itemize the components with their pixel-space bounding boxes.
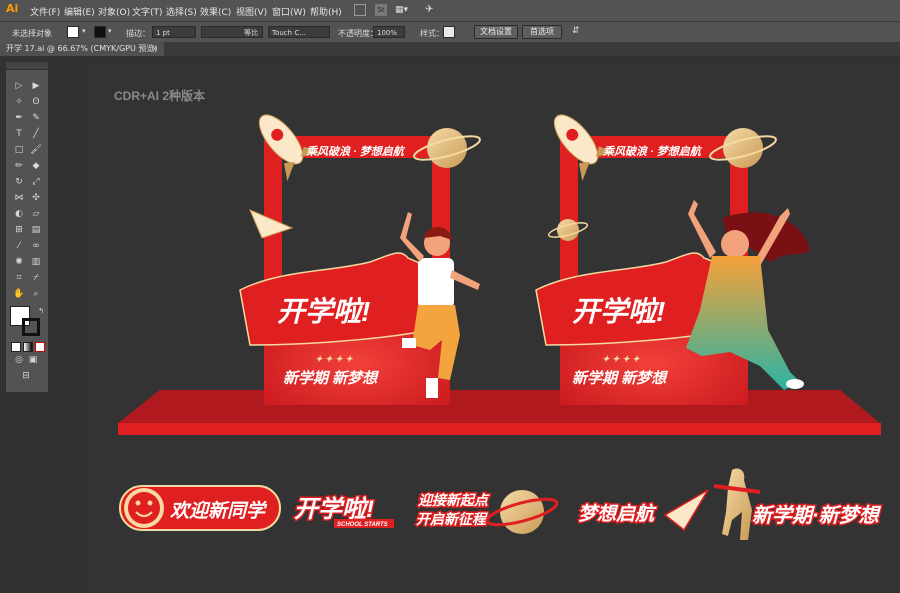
runner-figure (722, 468, 752, 540)
element-school-starts: 开学啦! SCHOOL STARTS (293, 495, 394, 528)
subline-left: 新学期 新梦想 (283, 369, 379, 387)
new-semester-text: 新学期·新梦想 (752, 504, 882, 527)
new-start-line2: 开启新征程 (416, 511, 488, 527)
paper-plane-bottom (663, 489, 709, 532)
school-starts-sub: SCHOOL STARTS (337, 522, 388, 528)
element-new-start: 迎接新起点 开启新征程 (415, 490, 559, 534)
slogan-right: 乘风破浪 · 梦想启航 (603, 145, 703, 158)
planet-bottom (500, 490, 544, 534)
element-dream-sail: 梦想启航 (577, 489, 709, 532)
planet-left (427, 128, 467, 168)
headline-right: 开学啦! (572, 296, 665, 327)
new-start-line1: 迎接新起点 (418, 492, 490, 508)
photo-frame-right: 开学啦! ✦ ✦ ✦ ✦ 新学期 新梦想 乘风破浪 · 梦想启航 (535, 114, 810, 405)
small-planet-right (557, 219, 579, 241)
welcome-text: 欢迎新同学 (170, 500, 268, 522)
headline-left: 开学啦! (277, 296, 370, 327)
subline-right: 新学期 新梦想 (572, 369, 668, 387)
school-starts-text: 开学啦! (294, 496, 374, 523)
planet-right (723, 128, 763, 168)
stage-top (118, 390, 880, 423)
stars-right: ✦ ✦ ✦ ✦ (602, 354, 640, 364)
dream-sail-text: 梦想启航 (578, 503, 657, 525)
slogan-left: 乘风破浪 · 梦想启航 (306, 145, 406, 158)
stars-left: ✦ ✦ ✦ ✦ (315, 354, 353, 364)
design-artwork: 开学啦! ✦ ✦ ✦ ✦ 新学期 新梦想 乘风破浪 · 梦想启航 开学啦! ✦ … (118, 114, 883, 540)
element-new-semester: 新学期·新梦想 (713, 468, 883, 540)
element-welcome: 欢迎新同学 (119, 485, 281, 531)
stage-front (118, 423, 881, 435)
photo-frame-left: 开学啦! ✦ ✦ ✦ ✦ 新学期 新梦想 乘风破浪 · 梦想启航 (239, 114, 481, 405)
